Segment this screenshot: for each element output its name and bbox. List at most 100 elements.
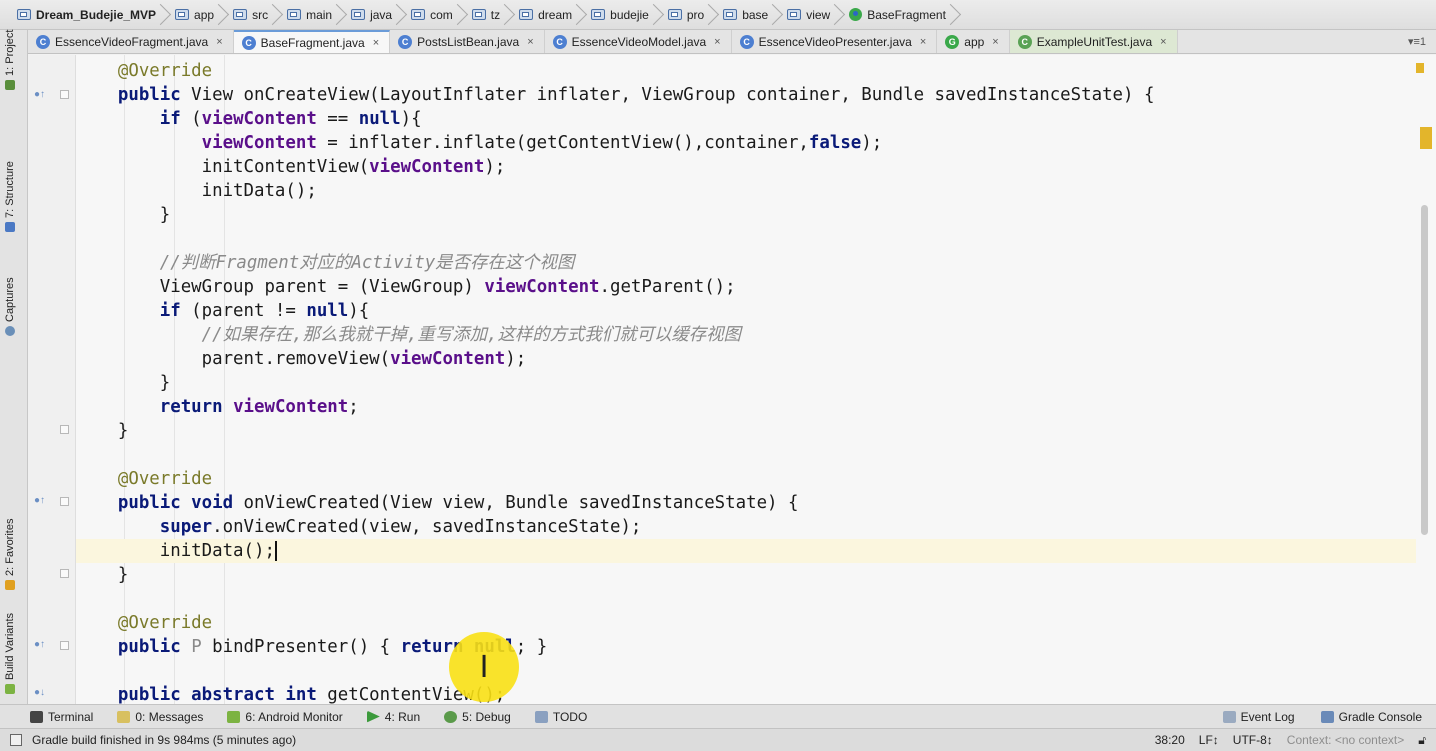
editor-tab[interactable]: C BaseFragment.java ×: [233, 30, 391, 53]
code-line[interactable]: [76, 227, 1416, 251]
text-caret: [274, 541, 277, 561]
error-stripe-marker[interactable]: [1420, 127, 1432, 149]
code-line[interactable]: public View onCreateView(LayoutInflater …: [76, 83, 1416, 107]
override-marker-icon[interactable]: ●↑: [34, 639, 46, 651]
close-tab-icon[interactable]: ×: [216, 36, 222, 48]
code-line[interactable]: public void onViewCreated(View view, Bun…: [76, 491, 1416, 515]
lock-icon[interactable]: 🔓︎: [1418, 733, 1426, 748]
code-line[interactable]: }: [76, 419, 1416, 443]
close-tab-icon[interactable]: ×: [373, 37, 379, 49]
tool-android-monitor[interactable]: 6: Android Monitor: [227, 710, 343, 724]
breadcrumb-item[interactable]: com: [406, 4, 467, 26]
code-line[interactable]: return viewContent;: [76, 395, 1416, 419]
close-tab-icon[interactable]: ×: [527, 36, 533, 48]
error-stripe-marker[interactable]: [1416, 63, 1424, 73]
code-line[interactable]: }: [76, 371, 1416, 395]
code-line[interactable]: [76, 443, 1416, 467]
breadcrumb-item[interactable]: budejie: [586, 4, 663, 26]
close-tab-icon[interactable]: ×: [714, 36, 720, 48]
breadcrumb-item[interactable]: dream: [514, 4, 586, 26]
close-tab-icon[interactable]: ×: [920, 36, 926, 48]
fold-icon[interactable]: [60, 90, 69, 99]
breadcrumb-item[interactable]: java: [346, 4, 406, 26]
code-line[interactable]: public abstract int getContentView();: [76, 683, 1416, 704]
override-marker-icon[interactable]: ●↑: [34, 89, 46, 101]
code-line[interactable]: @Override: [76, 467, 1416, 491]
tool-gradle-console[interactable]: Gradle Console: [1320, 710, 1422, 724]
code-editor[interactable]: ●↑ ●↑ ●↑ ●↓ @Override public View onCrea…: [28, 55, 1436, 704]
implement-marker-icon[interactable]: ●↓: [34, 687, 46, 699]
tool-window-structure[interactable]: 7: Structure: [4, 161, 16, 232]
tool-messages[interactable]: 0: Messages: [117, 710, 203, 724]
status-message[interactable]: Gradle build finished in 9s 984ms (5 min…: [32, 733, 296, 747]
code-line[interactable]: [76, 659, 1416, 683]
folder-icon: [471, 9, 486, 20]
fold-icon[interactable]: [60, 425, 69, 434]
code-line[interactable]: @Override: [76, 59, 1416, 83]
tool-debug[interactable]: 5: Debug: [444, 710, 511, 724]
breadcrumb-item[interactable]: src: [228, 4, 282, 26]
fold-icon[interactable]: [60, 569, 69, 578]
code-line[interactable]: if (viewContent == null){: [76, 107, 1416, 131]
breadcrumb-item[interactable]: pro: [663, 4, 718, 26]
editor-tab[interactable]: C ExampleUnitTest.java ×: [1009, 30, 1178, 53]
editor-tab[interactable]: C EssenceVideoFragment.java ×: [28, 30, 234, 53]
context-selector[interactable]: Context: <no context>: [1287, 733, 1404, 747]
override-marker-icon[interactable]: ●↑: [34, 495, 46, 507]
tool-run[interactable]: 4: Run: [366, 710, 420, 724]
caret-position[interactable]: 38:20: [1155, 733, 1185, 747]
code-line[interactable]: public P bindPresenter() { return null; …: [76, 635, 1416, 659]
code-line[interactable]: super.onViewCreated(view, savedInstanceS…: [76, 515, 1416, 539]
code-line[interactable]: if (parent != null){: [76, 299, 1416, 323]
tool-todo[interactable]: TODO: [534, 710, 587, 724]
messages-icon: [117, 710, 131, 723]
fold-icon[interactable]: [60, 497, 69, 506]
breadcrumb-item[interactable]: tz: [467, 4, 514, 26]
android-icon: [5, 684, 15, 694]
breadcrumb-item[interactable]: view: [782, 4, 844, 26]
code-line[interactable]: @Override: [76, 611, 1416, 635]
code-line[interactable]: initContentView(viewContent);: [76, 155, 1416, 179]
tool-terminal[interactable]: Terminal: [30, 710, 93, 724]
tool-event-log[interactable]: Event Log: [1222, 710, 1295, 724]
code-line[interactable]: }: [76, 563, 1416, 587]
editor-tab[interactable]: C EssenceVideoPresenter.java ×: [732, 30, 938, 53]
breadcrumb-item[interactable]: Dream_Budejie_MVP: [12, 4, 170, 26]
tool-window-build-variants[interactable]: Build Variants: [4, 613, 16, 694]
close-tab-icon[interactable]: ×: [1160, 36, 1166, 48]
project-icon: [5, 80, 15, 90]
java-class-icon: C: [552, 34, 567, 49]
code-line[interactable]: parent.removeView(viewContent);: [76, 347, 1416, 371]
tool-window-favorites[interactable]: 2: Favorites: [4, 519, 16, 590]
code-line[interactable]: initData();: [76, 179, 1416, 203]
tool-windows-toggle-icon[interactable]: [10, 734, 22, 746]
breadcrumb-item[interactable]: base: [718, 4, 782, 26]
breadcrumb-item[interactable]: main: [282, 4, 346, 26]
captures-icon: [5, 326, 15, 336]
code-line[interactable]: //判断Fragment对应的Activity是否存在这个视图: [76, 251, 1416, 275]
class-icon: [849, 8, 863, 21]
vertical-scrollbar[interactable]: [1421, 205, 1428, 535]
code-line[interactable]: }: [76, 203, 1416, 227]
tool-window-captures[interactable]: Captures: [4, 277, 16, 336]
fold-icon[interactable]: [60, 641, 69, 650]
code-line[interactable]: //如果存在,那么我就干掉,重写添加,这样的方式我们就可以缓存视图: [76, 323, 1416, 347]
file-encoding[interactable]: UTF-8↕: [1233, 733, 1273, 747]
code-line[interactable]: initData();: [76, 539, 1416, 563]
line-separator[interactable]: LF↕: [1199, 733, 1219, 747]
folder-icon: [411, 9, 426, 20]
tool-window-project[interactable]: 1: Project: [4, 30, 16, 90]
breadcrumb-item[interactable]: BaseFragment: [844, 4, 960, 26]
gradle-icon: G: [945, 34, 960, 49]
star-icon: [5, 580, 15, 590]
code-line[interactable]: ViewGroup parent = (ViewGroup) viewConte…: [76, 275, 1416, 299]
tab-list-menu-icon[interactable]: ▾≡1: [1398, 30, 1436, 53]
editor-tab[interactable]: C EssenceVideoModel.java ×: [545, 30, 732, 53]
code-text-area[interactable]: @Override public View onCreateView(Layou…: [76, 55, 1416, 704]
breadcrumb-item[interactable]: app: [170, 4, 228, 26]
editor-tab[interactable]: Gapp ×: [937, 30, 1010, 53]
editor-tab[interactable]: C PostsListBean.java ×: [390, 30, 545, 53]
code-line[interactable]: [76, 587, 1416, 611]
code-line[interactable]: viewContent = inflater.inflate(getConten…: [76, 131, 1416, 155]
close-tab-icon[interactable]: ×: [992, 36, 998, 48]
